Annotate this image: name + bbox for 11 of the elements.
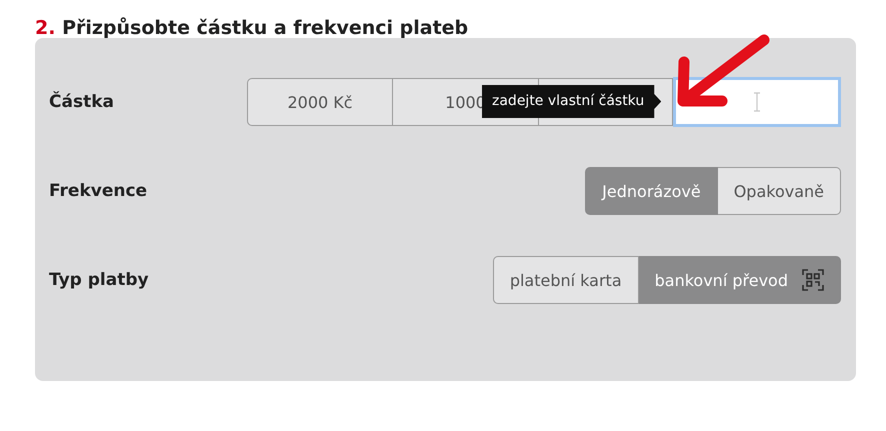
tooltip: zadejte vlastní částku [482,85,662,118]
frequency-option[interactable]: Opakovaně [718,167,841,215]
payment-option[interactable]: bankovní převod [638,256,841,304]
field-label: Frekvence [49,181,148,201]
amount-option[interactable]: 2000 Kč [247,78,393,126]
section-heading: 2. Přizpůsobte částku a frekvenci plateb [34,16,470,38]
text-cursor-icon [753,92,761,112]
field-label: Typ platby [49,270,149,290]
frequency-option[interactable]: Jednorázově [585,167,718,215]
field-label: Částka [49,92,114,112]
payment-option[interactable]: platební karta [492,256,639,304]
